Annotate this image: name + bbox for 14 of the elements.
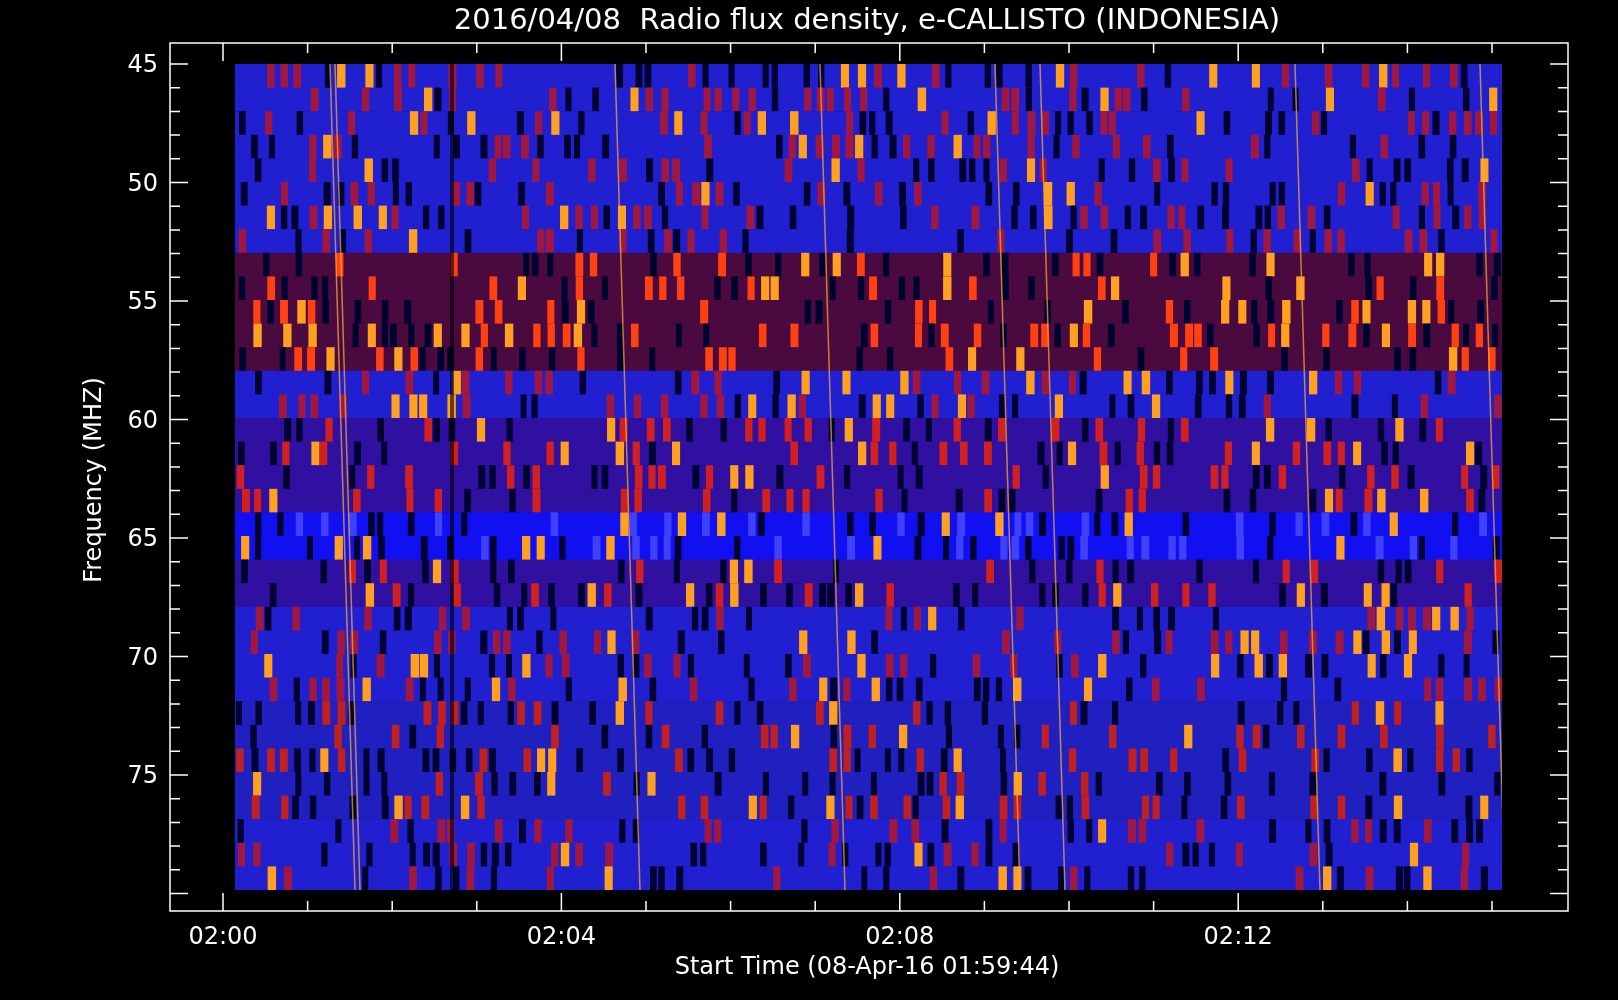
- y-axis-label: Frequency (MHZ): [79, 377, 107, 583]
- x-tick-label: 02:12: [1202, 922, 1274, 950]
- y-tick-label: 75: [126, 761, 158, 789]
- y-tick-label: 70: [126, 642, 158, 671]
- chart-title: 2016/04/08 Radio flux density, e-CALLISTO (INDONESIA): [452, 1, 1282, 38]
- y-tick-label: 55: [126, 287, 158, 315]
- y-tick-label: 50: [126, 168, 158, 197]
- x-tick-label: 02:00: [187, 922, 259, 950]
- x-tick-label: 02:08: [864, 922, 936, 950]
- y-tick-label: 45: [126, 50, 158, 78]
- y-tick-label: 65: [126, 524, 158, 552]
- x-axis-label: Start Time (08-Apr-16 01:59:44): [673, 952, 1061, 980]
- x-tick-label: 02:04: [525, 922, 597, 950]
- y-tick-label: 60: [126, 405, 158, 434]
